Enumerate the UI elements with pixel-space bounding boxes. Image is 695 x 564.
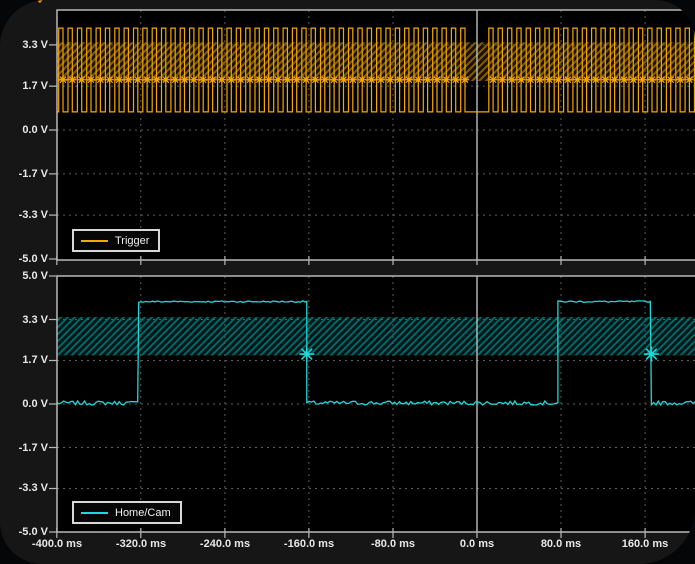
- y-axis-label: 3.3 V: [0, 313, 48, 327]
- x-axis-label: -80.0 ms: [355, 537, 431, 551]
- x-axis-label: -320.0 ms: [103, 537, 179, 551]
- oscilloscope-plots[interactable]: [0, 0, 695, 564]
- x-axis-label: 160.0 ms: [607, 537, 683, 551]
- x-axis-label: 0.0 ms: [439, 537, 515, 551]
- y-axis-label: -5.0 V: [0, 252, 48, 266]
- screenshot-stage: 3.3 V 1.7 V 0.0 V -1.7 V -3.3 V -5.0 V 5.0 V 3.…: [0, 0, 695, 564]
- y-axis-label: 3.3 V: [0, 38, 48, 52]
- checkmark-icon[interactable]: ✔: [36, 0, 49, 7]
- y-axis-label: 5.0 V: [0, 269, 48, 283]
- y-axis-label: 0.0 V: [0, 123, 48, 137]
- legend-trigger[interactable]: Trigger: [72, 229, 160, 252]
- homecam-line-swatch: [81, 512, 108, 514]
- y-axis-label: -1.7 V: [0, 441, 48, 455]
- scope-window: 3.3 V 1.7 V 0.0 V -1.7 V -3.3 V -5.0 V 5.0 V 3.…: [0, 0, 695, 564]
- homecam-panel: [57, 276, 695, 532]
- x-axis-label: -400.0 ms: [19, 537, 95, 551]
- legend-homecam[interactable]: Home/Cam: [72, 501, 182, 524]
- legend-homecam-label: Home/Cam: [115, 507, 171, 519]
- homecam-threshold-band-hatch: [57, 317, 695, 355]
- legend-trigger-label: Trigger: [115, 235, 149, 247]
- y-axis-label: -1.7 V: [0, 167, 48, 181]
- y-axis-label: 1.7 V: [0, 79, 48, 93]
- x-axis-label: -240.0 ms: [187, 537, 263, 551]
- trigger-line-swatch: [81, 240, 108, 242]
- y-axis-label: -3.3 V: [0, 481, 48, 495]
- x-axis-label: 80.0 ms: [523, 537, 599, 551]
- x-axis-label: -160.0 ms: [271, 537, 347, 551]
- y-axis-label: -3.3 V: [0, 208, 48, 222]
- y-axis-label: 1.7 V: [0, 353, 48, 367]
- y-axis-label: 0.0 V: [0, 397, 48, 411]
